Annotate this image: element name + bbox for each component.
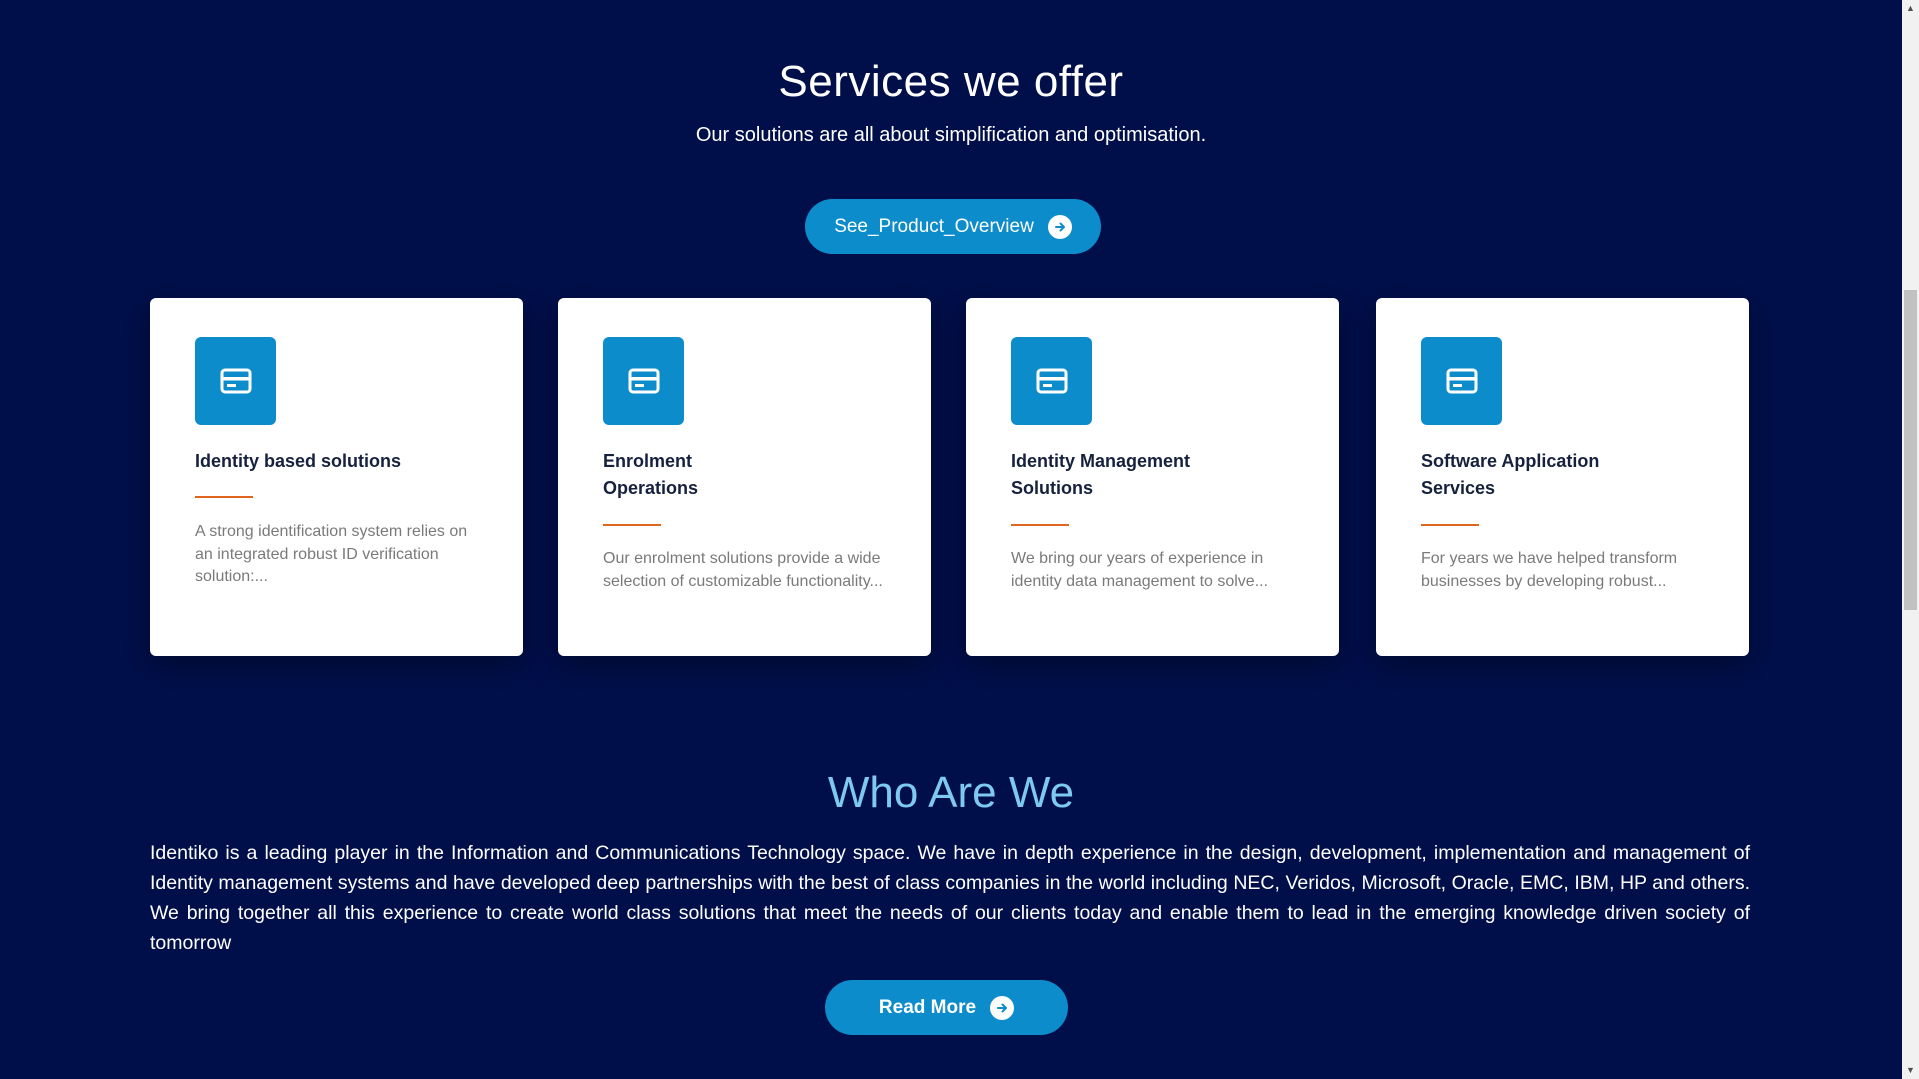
card-divider	[1011, 524, 1069, 526]
card-title: Software Application Services	[1421, 451, 1600, 498]
service-card-identity-management[interactable]: Identity Management Solutions We bring o…	[966, 298, 1339, 656]
services-subtitle: Our solutions are all about simplificati…	[695, 124, 1207, 146]
credit-card-icon	[1421, 337, 1502, 425]
page: Services we offer Our solutions are all …	[0, 0, 1902, 1079]
service-card-software-application[interactable]: Software Application Services For years …	[1376, 298, 1749, 656]
service-card-enrolment[interactable]: Enrolment Operations Our enrolment solut…	[558, 298, 931, 656]
vertical-scrollbar[interactable]: ▲ ▼	[1902, 0, 1919, 1079]
services-title: Services we offer	[778, 57, 1124, 106]
credit-card-icon	[195, 337, 276, 425]
read-more-button[interactable]: Read More	[825, 980, 1068, 1035]
card-description: For years we have helped transform busin…	[1421, 550, 1678, 590]
services-cards: Identity based solutions A strong identi…	[150, 298, 1749, 656]
scrollbar-thumb[interactable]	[1904, 290, 1917, 610]
see-product-overview-label: See_Product_Overview	[834, 215, 1034, 237]
card-title: Identity Management Solutions	[1011, 451, 1191, 498]
credit-card-icon	[1011, 337, 1092, 425]
card-title: Enrolment Operations	[603, 451, 699, 498]
see-product-overview-button[interactable]: See_Product_Overview	[805, 199, 1101, 254]
who-are-we-title: Who Are We	[827, 768, 1075, 817]
card-description: Our enrolment solutions provide a wide s…	[603, 550, 883, 590]
card-divider	[1421, 524, 1479, 526]
card-description: We bring our years of experience in iden…	[1011, 550, 1269, 590]
arrow-right-circle-icon	[1047, 214, 1072, 239]
card-description: A strong identification system relies on…	[195, 523, 468, 585]
card-title: Identity based solutions	[195, 451, 402, 471]
arrow-right-circle-icon	[990, 995, 1015, 1020]
scroll-down-arrow-icon[interactable]: ▼	[1902, 1062, 1919, 1079]
service-card-identity-based[interactable]: Identity based solutions A strong identi…	[150, 298, 523, 656]
card-divider	[603, 524, 661, 526]
credit-card-icon	[603, 337, 684, 425]
scroll-up-arrow-icon[interactable]: ▲	[1902, 0, 1919, 17]
who-are-we-text: Identiko is a leading player in the Info…	[150, 842, 1750, 954]
card-divider	[195, 496, 253, 498]
read-more-label: Read More	[878, 996, 977, 1018]
